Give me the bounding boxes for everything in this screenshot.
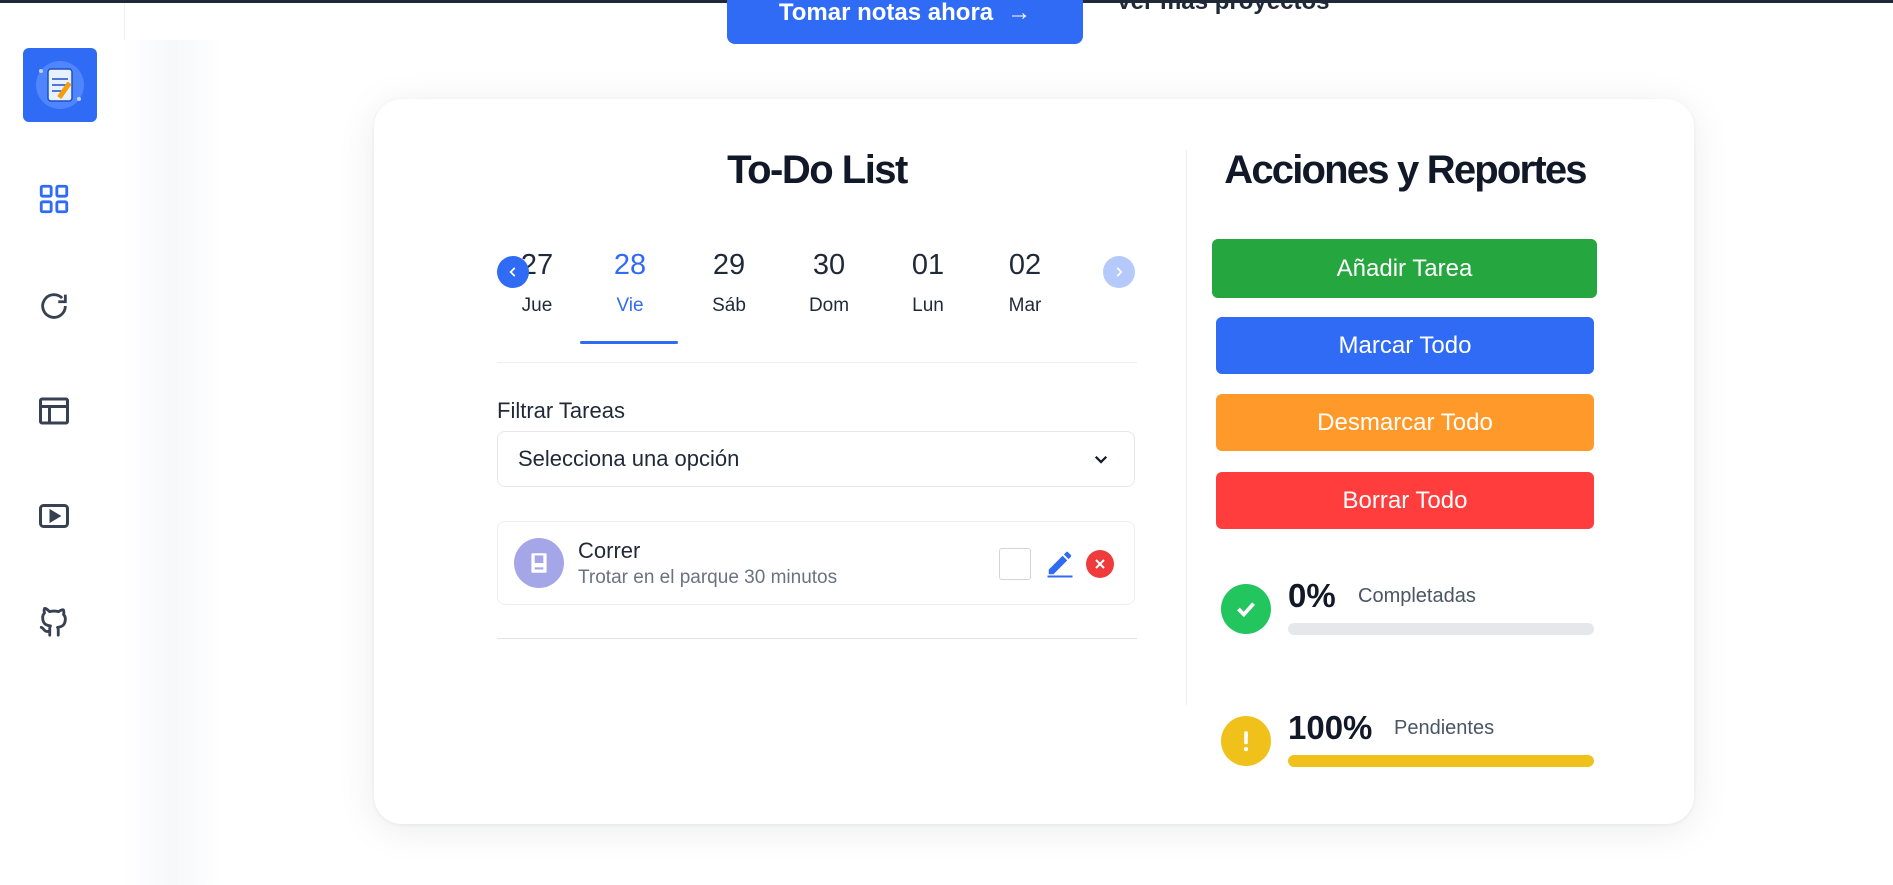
day-name: Sáb [712, 295, 746, 316]
github-icon [39, 606, 67, 637]
day-name: Vie [616, 295, 644, 316]
task-description: Trotar en el parque 30 minutos [578, 567, 838, 588]
sidebar-item-video[interactable] [36, 498, 72, 534]
todo-title: To-Do List [727, 148, 908, 192]
pending-percent: 100% [1288, 709, 1373, 746]
take-notes-label: Tomar notas ahora [778, 0, 994, 26]
column-divider [1186, 150, 1187, 705]
sidebar-item-refresh[interactable] [36, 288, 72, 324]
filter-select-value: Selecciona una opción [518, 446, 740, 471]
pending-progress-fill [1288, 755, 1594, 767]
more-projects-link[interactable]: Ver más proyectos [1116, 0, 1329, 16]
completed-label: Completadas [1358, 585, 1476, 607]
filter-select[interactable]: Selecciona una opción [497, 431, 1135, 487]
add-task-button[interactable]: Añadir Tarea [1212, 239, 1597, 298]
chevron-down-icon [1094, 455, 1108, 464]
browser-window-icon [39, 397, 69, 425]
app-logo[interactable] [23, 48, 97, 122]
day-number: 01 [911, 249, 945, 281]
exclamation-icon [1243, 731, 1249, 752]
sidebar [0, 3, 125, 885]
day-name: Jue [521, 295, 553, 316]
day-item[interactable]: 02 Mar [975, 245, 1075, 317]
take-notes-button[interactable]: Tomar notas ahora → [727, 0, 1083, 44]
dashboard-icon [39, 184, 69, 214]
day-name: Lun [912, 295, 944, 316]
video-play-icon [39, 504, 69, 528]
task-avatar [514, 538, 564, 588]
chevron-left-icon [509, 267, 516, 277]
close-icon [1095, 559, 1105, 569]
date-strip: 27 Jue 28 Vie 29 Sáb 30 Dom 01 Lun 02 Ma… [497, 245, 1137, 345]
pending-progress-bar [1288, 755, 1594, 767]
day-name: Mar [1008, 295, 1042, 316]
day-name: Dom [808, 295, 850, 316]
day-item-active[interactable]: 28 Vie [580, 245, 680, 317]
day-item[interactable]: 30 Dom [779, 245, 879, 317]
sidebar-item-github[interactable] [36, 603, 72, 639]
unmark-all-button[interactable]: Desmarcar Todo [1216, 394, 1594, 451]
arrow-right-icon: → [1007, 0, 1032, 26]
pending-label: Pendientes [1394, 717, 1495, 739]
background-gradient [124, 40, 224, 885]
next-day-button[interactable] [1103, 256, 1135, 288]
delete-all-button[interactable]: Borrar Todo [1216, 472, 1594, 529]
sidebar-item-dashboard[interactable] [36, 181, 72, 217]
completed-stat-icon [1221, 584, 1271, 634]
day-number: 29 [712, 249, 746, 281]
task-list-divider [497, 638, 1137, 639]
day-number: 02 [1008, 249, 1042, 281]
day-item[interactable]: 01 Lun [878, 245, 978, 317]
active-day-indicator [580, 341, 678, 344]
refresh-icon [41, 293, 67, 319]
filter-label: Filtrar Tareas [497, 398, 625, 423]
task-done-checkbox[interactable] [999, 548, 1031, 580]
day-number: 30 [812, 249, 846, 281]
day-item[interactable]: 29 Sáb [679, 245, 779, 317]
notepad-logo-icon [36, 61, 84, 109]
date-divider [497, 362, 1137, 363]
prev-day-button[interactable] [497, 256, 529, 288]
actions-title: Acciones y Reportes [1224, 148, 1587, 192]
check-icon [1237, 602, 1255, 618]
edit-task-button[interactable] [1045, 548, 1075, 578]
task-title: Correr [578, 538, 641, 563]
day-number: 28 [613, 249, 647, 281]
task-item: Correr Trotar en el parque 30 minutos [497, 521, 1135, 605]
mark-all-button[interactable]: Marcar Todo [1216, 317, 1594, 374]
chevron-right-icon [1116, 267, 1123, 277]
sidebar-item-browser[interactable] [36, 393, 72, 429]
book-icon [531, 553, 547, 573]
completed-percent: 0% [1288, 577, 1336, 614]
pending-stat-icon [1221, 716, 1271, 766]
completed-progress-bar [1288, 623, 1594, 635]
delete-task-button[interactable] [1086, 550, 1114, 578]
pencil-icon [1047, 551, 1073, 578]
